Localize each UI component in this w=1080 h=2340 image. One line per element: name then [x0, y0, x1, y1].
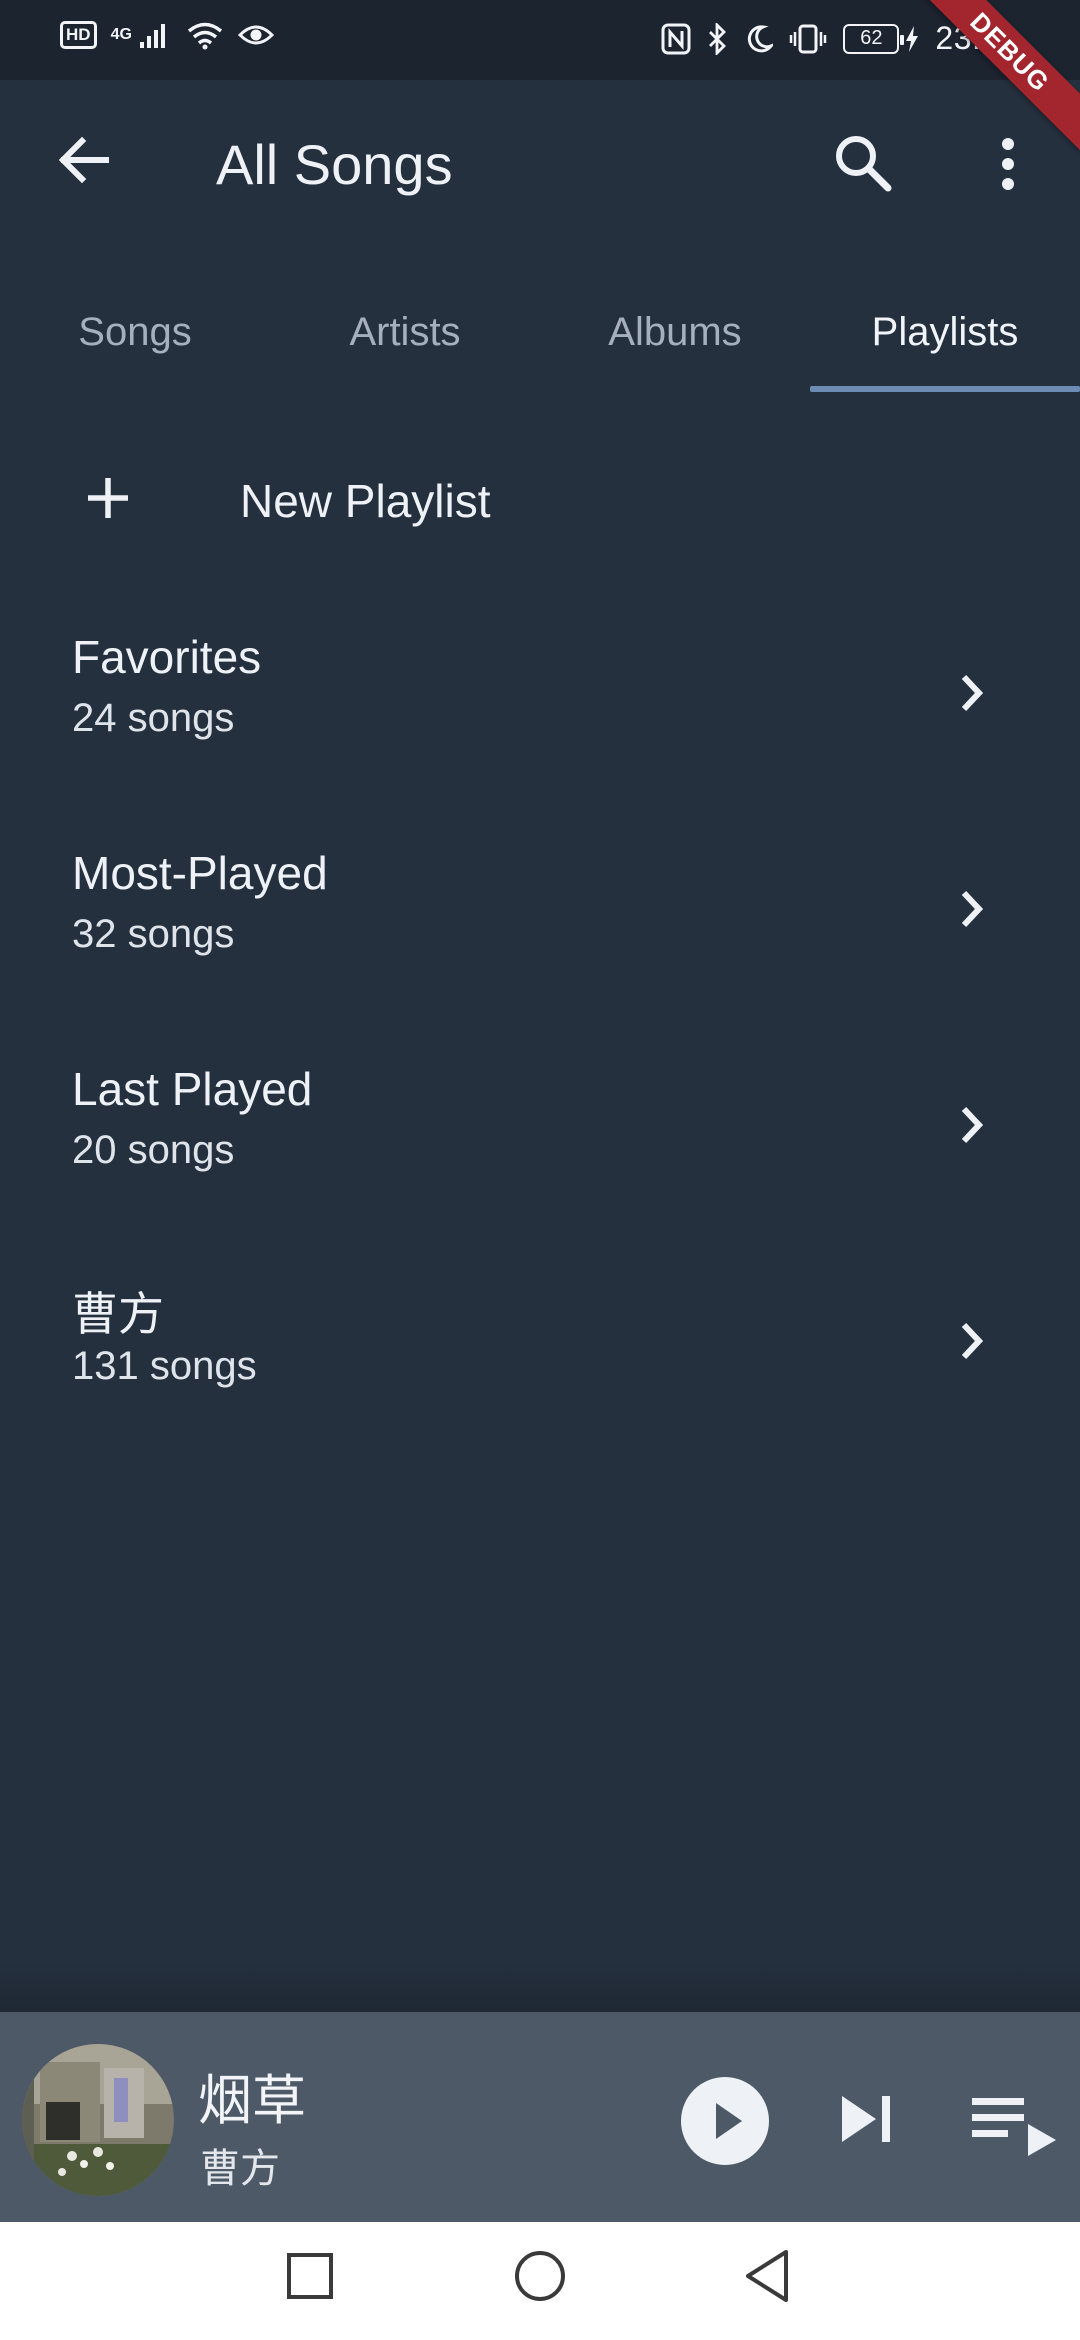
now-playing-artist: 曹方 [200, 2147, 280, 2191]
playlist-song-count: 20 songs [72, 1128, 235, 1172]
more-vert-icon [1002, 138, 1014, 190]
playlist-item[interactable]: Last Played 20 songs [0, 1032, 1080, 1248]
playlist-name: Most-Played [72, 847, 328, 899]
playlist-song-count: 24 songs [72, 696, 235, 740]
queue-music-icon [972, 2098, 1056, 2156]
tab-songs[interactable]: Songs [0, 270, 270, 394]
nfc-icon [661, 23, 691, 54]
playlist-item[interactable]: Favorites 24 songs [0, 600, 1080, 816]
album-art-image [22, 2044, 174, 2196]
more-options-button[interactable] [980, 126, 1036, 202]
chevron-right-icon [961, 1322, 984, 1360]
arrow-back-icon [58, 136, 109, 184]
vibrate-icon [790, 24, 827, 53]
recent-apps-icon[interactable] [284, 2250, 336, 2302]
playlist-song-count: 131 songs [72, 1344, 257, 1388]
moon-icon [748, 24, 774, 52]
tab-artists[interactable]: Artists [270, 270, 540, 394]
eye-icon [237, 25, 274, 45]
battery-icon: 62 [843, 23, 905, 54]
skip-next-icon [842, 2096, 890, 2142]
chevron-right-icon [961, 890, 984, 928]
mini-player[interactable]: 烟草 曹方 [0, 2012, 1080, 2222]
new-playlist-button[interactable]: New Playlist [0, 430, 1080, 570]
tab-indicator [810, 386, 1080, 392]
tab-albums[interactable]: Albums [540, 270, 810, 394]
playlist-item[interactable]: Most-Played 32 songs [0, 816, 1080, 1032]
play-button[interactable] [680, 2076, 770, 2166]
mini-player-shadow [0, 1960, 1080, 2012]
charging-icon [906, 25, 919, 52]
app-bar: All Songs [0, 80, 1080, 250]
playlist-item[interactable]: 曹方 131 songs [0, 1248, 1080, 1464]
playlist-name: Favorites [72, 631, 262, 683]
album-art[interactable] [22, 2044, 174, 2196]
wifi-icon [187, 22, 223, 50]
back-button[interactable] [50, 125, 120, 195]
system-nav-bar [0, 2222, 1080, 2340]
home-icon[interactable] [512, 2248, 568, 2304]
now-playing-title: 烟草 [198, 2071, 306, 2131]
skip-next-button[interactable] [836, 2084, 900, 2154]
playlist-name: Last Played [72, 1063, 313, 1115]
screen: HD 4G 62 DEBUG All Songs Songs Artists A… [0, 0, 1080, 2340]
search-icon [836, 136, 892, 192]
battery-level: 62 [860, 27, 883, 49]
queue-button[interactable] [970, 2092, 1060, 2162]
tab-playlists[interactable]: Playlists [810, 270, 1080, 394]
page-title: All Songs [216, 133, 453, 196]
chevron-right-icon [961, 1106, 984, 1144]
tab-bar: Songs Artists Albums Playlists [0, 270, 1080, 394]
status-left: HD 4G [60, 20, 274, 50]
search-button[interactable] [826, 126, 902, 202]
playlist-name: 曹方 [72, 1288, 164, 1340]
chevron-right-icon [961, 674, 984, 712]
new-playlist-label: New Playlist [240, 475, 491, 527]
hd-icon: HD [60, 21, 97, 49]
network-type-label: 4G [110, 26, 132, 43]
bluetooth-icon [709, 22, 727, 55]
plus-icon [88, 478, 128, 518]
signal-icon [139, 24, 165, 48]
playlist-song-count: 32 songs [72, 912, 235, 956]
nav-back-icon[interactable] [740, 2246, 796, 2306]
play-icon [681, 2077, 769, 2165]
status-bar: HD 4G 62 [0, 0, 1080, 80]
